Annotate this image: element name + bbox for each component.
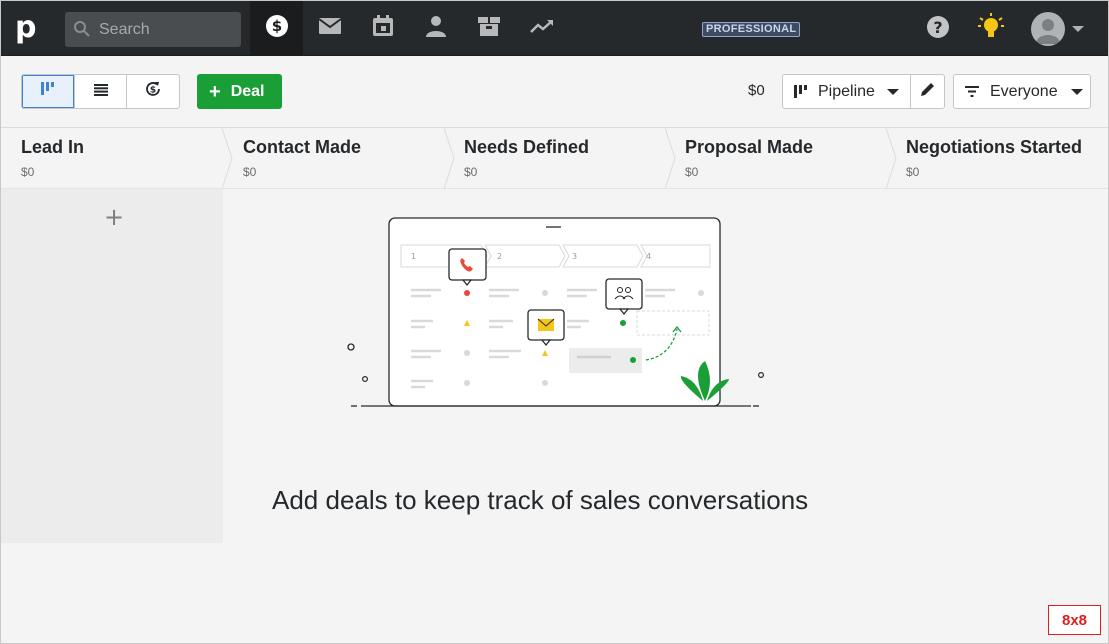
stage-name: Lead In	[21, 137, 85, 157]
svg-text:?: ?	[933, 18, 942, 37]
stage-lead-in[interactable]: Lead In $0	[21, 128, 221, 189]
chevron-down-icon	[1070, 88, 1083, 95]
stage-name: Contact Made	[243, 137, 362, 157]
add-deal-to-stage-button[interactable]: +	[104, 203, 124, 231]
top-nav-bar: p Search $ PROFESSIONAL ?	[1, 1, 1108, 56]
help-icon[interactable]: ?	[926, 15, 950, 44]
nav-products[interactable]	[462, 1, 515, 55]
stage-amount: $0	[685, 165, 699, 179]
search-icon	[73, 20, 91, 43]
forecast-view-button[interactable]: $	[127, 75, 179, 108]
chevron-down-icon	[886, 88, 899, 95]
filter-icon	[965, 86, 979, 97]
list-icon	[93, 83, 108, 101]
pipeline-icon	[794, 84, 808, 99]
illus-step-label: 3	[572, 252, 577, 261]
stage-name: Negotiations Started	[906, 137, 1083, 157]
illus-step-label: 2	[497, 252, 502, 261]
view-switcher: $	[21, 74, 180, 109]
stage-divider-icon	[444, 128, 455, 189]
svg-text:$: $	[271, 17, 281, 35]
nav-contacts[interactable]	[409, 1, 462, 55]
account-menu-chevron-icon[interactable]	[1072, 26, 1084, 32]
owner-filter-label: Everyone	[990, 82, 1058, 100]
nav-insights[interactable]	[515, 1, 568, 55]
kanban-view-button[interactable]	[22, 75, 75, 108]
pipeline-select-label: Pipeline	[818, 82, 875, 100]
stage-divider-icon	[222, 128, 233, 189]
search-placeholder: Search	[99, 21, 150, 38]
stage-amount: $0	[21, 165, 35, 179]
svg-text:$: $	[150, 86, 156, 96]
stage-amount: $0	[243, 165, 257, 179]
pipeline-select[interactable]: Pipeline	[782, 74, 911, 109]
plus-icon: +	[209, 80, 221, 103]
illus-step-label: 1	[411, 252, 416, 261]
corner-badge: 8x8	[1048, 605, 1101, 635]
stage-amount: $0	[906, 165, 920, 179]
pipeline-stages: Lead In $0 Contact Made $0 Needs Defined…	[1, 128, 1108, 189]
deals-icon: $	[265, 14, 289, 43]
mail-icon	[317, 17, 342, 40]
calendar-icon	[372, 14, 394, 42]
stage-negotiations-started[interactable]: Negotiations Started $0	[906, 128, 1106, 189]
pipedrive-logo[interactable]: p	[15, 13, 45, 43]
empty-state-message: Add deals to keep track of sales convers…	[272, 485, 809, 515]
nav-mail[interactable]	[303, 1, 356, 55]
lead-in-column: +	[1, 189, 223, 543]
kanban-icon	[40, 82, 55, 101]
pencil-icon	[920, 82, 935, 101]
add-deal-button[interactable]: + Deal	[197, 74, 282, 109]
illus-step-label: 4	[646, 252, 651, 261]
edit-pipeline-button[interactable]	[910, 74, 945, 109]
stage-proposal-made[interactable]: Proposal Made $0	[685, 128, 885, 189]
pipeline-total: $0	[748, 82, 765, 99]
stage-divider-icon	[886, 128, 897, 189]
forecast-icon: $	[144, 80, 162, 103]
search-input[interactable]: Search	[65, 12, 241, 47]
nav-activities[interactable]	[356, 1, 409, 55]
stage-divider-icon	[665, 128, 676, 189]
contacts-icon	[425, 15, 447, 42]
nav-deals[interactable]: $	[250, 1, 303, 55]
stage-amount: $0	[464, 165, 478, 179]
stage-name: Needs Defined	[464, 137, 590, 157]
empty-board-illustration: 1 2 3 4	[347, 217, 765, 407]
stage-name: Proposal Made	[685, 137, 814, 157]
avatar[interactable]	[1031, 12, 1065, 46]
lightbulb-icon[interactable]	[978, 13, 1004, 46]
owner-filter-select[interactable]: Everyone	[953, 74, 1091, 109]
insights-icon	[529, 18, 554, 39]
products-icon	[477, 15, 501, 42]
add-deal-label: Deal	[230, 82, 265, 100]
stage-contact-made[interactable]: Contact Made $0	[243, 128, 443, 189]
plan-badge: PROFESSIONAL	[702, 22, 801, 37]
deals-toolbar: $ + Deal $0 Pipeline Everyone	[1, 56, 1108, 128]
stage-needs-defined[interactable]: Needs Defined $0	[464, 128, 664, 189]
list-view-button[interactable]	[75, 75, 128, 108]
